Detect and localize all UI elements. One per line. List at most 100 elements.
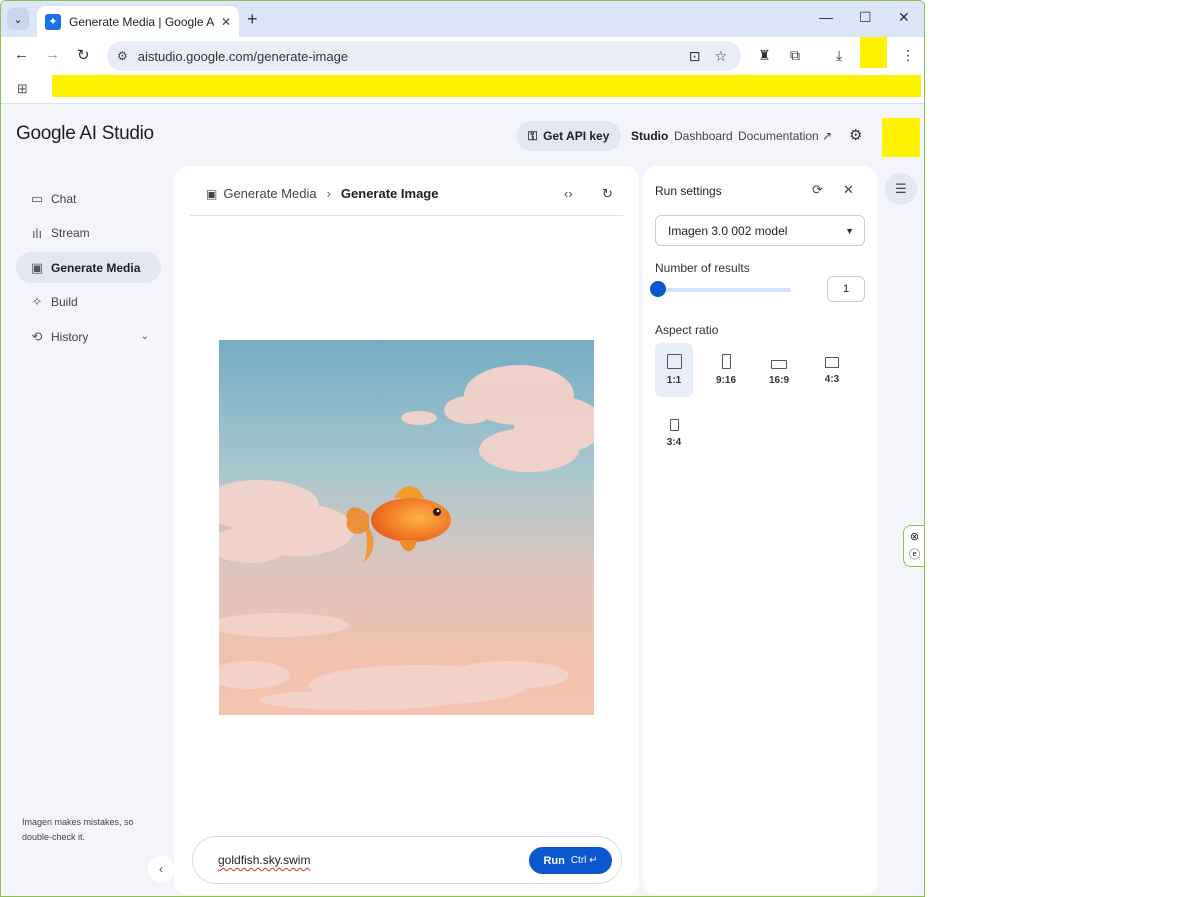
media-icon: ▣	[206, 186, 218, 201]
stream-icon: ılı	[31, 225, 43, 241]
extension-e-icon[interactable]: ⓔ	[909, 546, 920, 562]
sidebar-item-label: Chat	[51, 191, 77, 206]
aspect-option-9-16[interactable]: 9:16	[707, 343, 745, 397]
chevron-down-icon: ⌄	[13, 13, 23, 26]
toggle-run-settings-button[interactable]: ☰	[885, 173, 917, 205]
landscape-icon	[771, 360, 787, 369]
nav-dashboard[interactable]: Dashboard	[674, 129, 733, 143]
tune-sliders-icon: ☰	[895, 181, 907, 196]
close-icon[interactable]: ✕	[843, 182, 854, 198]
browser-tab[interactable]: ✦ Generate Media | Google AI Studio ✕	[37, 6, 239, 37]
disclaimer-text: Imagen makes mistakes, so double-check i…	[22, 817, 134, 842]
tab-title: Generate Media | Google AI Studio	[69, 14, 215, 29]
refresh-icon[interactable]: ↻	[602, 186, 613, 202]
aspect-option-16-9[interactable]: 16:9	[760, 343, 798, 397]
results-label: Number of results	[655, 261, 750, 275]
chevron-down-icon[interactable]: ⌄	[141, 331, 149, 342]
history-icon: ⟲	[31, 328, 43, 344]
build-icon: ✧	[31, 294, 43, 309]
sidebar-item-build[interactable]: ✧ Build	[16, 287, 161, 318]
sidebar-item-generate-media[interactable]: ▣ Generate Media	[16, 252, 161, 283]
sidebar-item-history[interactable]: ⟲ History ⌄	[16, 321, 161, 352]
extension-puzzle-icon[interactable]: ♜	[758, 47, 771, 64]
collapse-sidebar-button[interactable]: ‹	[148, 856, 174, 882]
logo-product: AI Studio	[79, 123, 154, 144]
logo-google: Google	[16, 123, 76, 144]
apps-grid-icon[interactable]: ⊞	[17, 81, 28, 97]
new-tab-icon[interactable]: +	[247, 9, 258, 30]
browser-toolbar: ← → ↻ ⚙ aistudio.google.com/generate-ima…	[1, 37, 924, 74]
maximize-icon[interactable]: ☐	[859, 9, 872, 26]
install-app-icon[interactable]: ⊡	[689, 48, 701, 65]
sidebar-item-label: Build	[51, 295, 78, 309]
main-panel: ▣ Generate Media › Generate Image ‹› ↻ g…	[174, 166, 639, 895]
app-logo[interactable]: Google AI Studio	[16, 123, 154, 145]
reload-icon[interactable]: ↻	[77, 46, 90, 64]
aspect-option-4-3[interactable]: 4:3	[813, 343, 851, 397]
get-api-key-button[interactable]: ⚿ Get API key	[516, 121, 622, 151]
run-settings-panel: Run settings ⟳ ✕ Imagen 3.0 002 model ▼ …	[643, 166, 878, 895]
bookmarks-redacted	[52, 75, 921, 97]
code-icon[interactable]: ‹›	[564, 186, 573, 201]
minimize-icon[interactable]: —	[819, 9, 833, 25]
extensions-icon[interactable]: ⧉	[790, 47, 800, 64]
aspect-option-3-4[interactable]: 3:4	[655, 406, 693, 460]
breadcrumb-current: Generate Image	[340, 186, 439, 201]
back-icon[interactable]: ←	[14, 46, 29, 63]
reset-settings-icon[interactable]: ⟳	[812, 182, 823, 198]
results-number-input[interactable]: 1	[827, 276, 865, 302]
site-info-icon[interactable]: ⚙	[117, 49, 128, 63]
run-label: Run	[543, 854, 565, 867]
model-select-value: Imagen 3.0 002 model	[668, 223, 788, 238]
model-select[interactable]: Imagen 3.0 002 model ▼	[655, 215, 865, 246]
prompt-text[interactable]: goldfish.sky.swim	[218, 853, 310, 867]
browser-window: ⌄ ✦ Generate Media | Google AI Studio ✕ …	[0, 0, 925, 897]
sidebar-item-label: Stream	[51, 226, 90, 240]
close-icon[interactable]: ✕	[221, 15, 231, 29]
aspect-label: 3:4	[666, 436, 682, 448]
breadcrumb-parent[interactable]: Generate Media	[223, 186, 316, 201]
key-icon: ⚿	[528, 128, 538, 143]
close-circle-icon[interactable]: ⊗	[910, 530, 919, 543]
aspect-option-1-1[interactable]: 1:1	[655, 343, 693, 397]
tab-search-button[interactable]: ⌄	[7, 8, 29, 30]
results-slider-track[interactable]	[657, 288, 791, 292]
user-avatar-redacted[interactable]	[882, 118, 920, 157]
sidebar-item-chat[interactable]: ▭ Chat	[16, 183, 161, 214]
sidebar: ▭ Chat ılı Stream ▣ Generate Media ✧ Bui…	[16, 183, 161, 356]
external-link-icon: ↗	[822, 129, 833, 143]
run-shortcut: Ctrl ↵	[570, 855, 598, 866]
sidebar-item-label: History	[51, 329, 89, 344]
profile-avatar-redacted[interactable]	[860, 37, 887, 68]
nav-documentation-label: Documentation	[738, 129, 819, 143]
nav-documentation[interactable]: Documentation ↗	[738, 129, 832, 143]
settings-gear-icon[interactable]: ⚙	[849, 126, 862, 144]
chat-icon: ▭	[30, 190, 44, 206]
aspect-label: 4:3	[824, 374, 840, 385]
divider	[190, 215, 623, 216]
generated-image[interactable]	[219, 340, 594, 715]
address-bar[interactable]: ⚙ aistudio.google.com/generate-image ⊡ ☆	[107, 41, 741, 71]
download-icon[interactable]: ⤓	[836, 47, 842, 64]
landscape-icon	[825, 357, 839, 368]
breadcrumb: ▣ Generate Media › Generate Image	[206, 186, 438, 201]
prompt-input[interactable]: goldfish.sky.swim Run Ctrl ↵	[192, 836, 622, 884]
bookmark-star-icon[interactable]: ☆	[714, 48, 727, 65]
ai-studio-favicon-icon: ✦	[45, 13, 61, 30]
caret-down-icon: ▼	[845, 225, 854, 236]
run-settings-title: Run settings	[655, 184, 722, 198]
nav-studio[interactable]: Studio	[631, 129, 668, 143]
media-icon: ▣	[30, 259, 44, 275]
chevron-right-icon: ›	[326, 186, 331, 201]
window-close-icon[interactable]: ✕	[898, 9, 910, 26]
run-button[interactable]: Run Ctrl ↵	[529, 847, 612, 874]
forward-icon[interactable]: →	[45, 46, 60, 63]
portrait-icon	[669, 418, 679, 431]
url-text: aistudio.google.com/generate-image	[137, 48, 349, 64]
menu-kebab-icon[interactable]: ⋮	[901, 47, 915, 64]
portrait-icon	[721, 354, 731, 369]
results-slider-thumb[interactable]	[650, 281, 666, 297]
sidebar-item-stream[interactable]: ılı Stream	[16, 218, 161, 249]
square-icon	[666, 354, 682, 369]
extension-widget: ⊗ ⓔ	[903, 525, 924, 567]
